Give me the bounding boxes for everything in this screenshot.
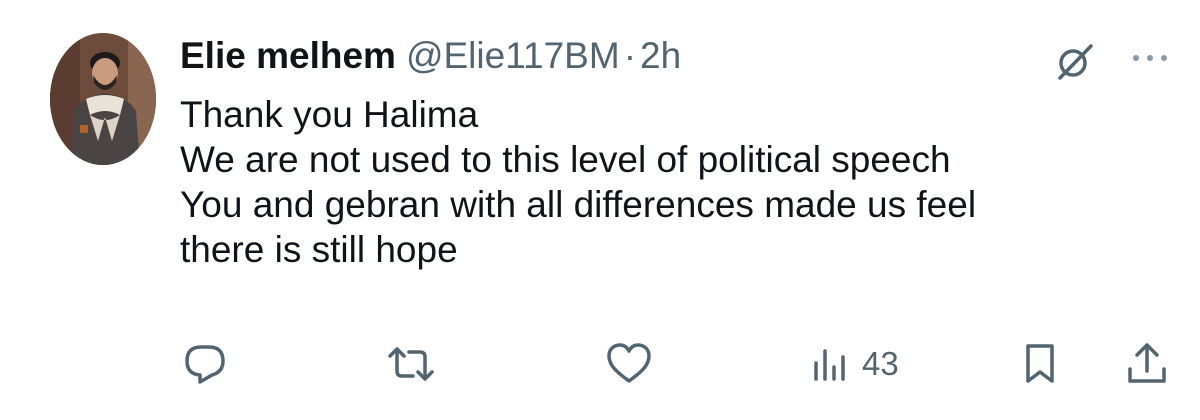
tweet[interactable]: Elie melhem @Elie117BM · 2h Thank you Ha… — [0, 0, 1200, 420]
avatar[interactable] — [50, 33, 156, 165]
share-button[interactable] — [1124, 336, 1170, 392]
like-button[interactable] — [604, 336, 654, 392]
tweet-text: Thank you Halima We are not used to this… — [180, 92, 1170, 272]
grok-icon[interactable] — [1052, 38, 1098, 84]
tweet-line: Thank you Halima — [180, 94, 479, 135]
tweet-line: We are not used to this level of politic… — [180, 139, 951, 180]
timestamp[interactable]: 2h — [640, 34, 681, 78]
retweet-button[interactable] — [384, 336, 438, 392]
retweet-icon — [384, 341, 438, 387]
tweet-line: You and gebran with all differences made… — [180, 184, 977, 225]
bookmark-button[interactable] — [1020, 336, 1060, 392]
tweet-header: Elie melhem @Elie117BM · 2h — [180, 34, 681, 78]
views-button[interactable]: 43 — [810, 336, 899, 392]
author-name[interactable]: Elie melhem — [180, 34, 396, 78]
share-icon — [1124, 341, 1170, 387]
views-icon — [810, 341, 850, 387]
author-handle[interactable]: @Elie117BM — [406, 34, 620, 78]
more-options-icon[interactable] — [1128, 48, 1172, 68]
bookmark-icon — [1020, 341, 1060, 387]
reply-icon — [182, 341, 228, 387]
action-bar: 43 — [0, 336, 1200, 392]
views-count: 43 — [862, 345, 899, 382]
separator-dot: · — [623, 35, 637, 76]
heart-icon — [604, 341, 654, 387]
tweet-line: there is still hope — [180, 229, 458, 270]
reply-button[interactable] — [182, 336, 228, 392]
